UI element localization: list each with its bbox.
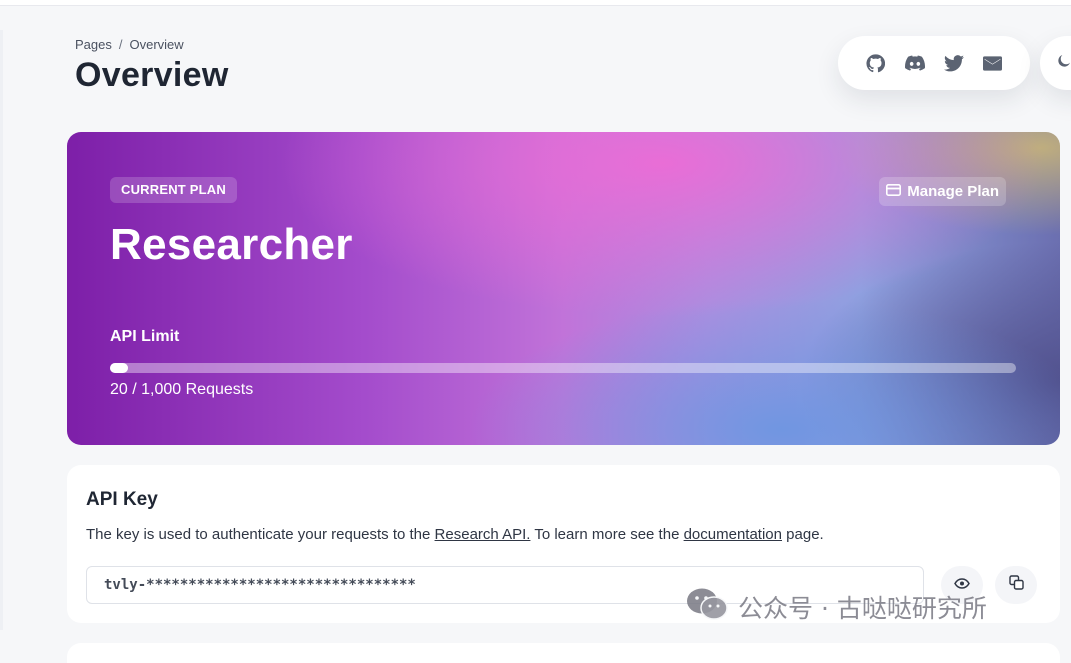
breadcrumb-current: Overview <box>129 37 184 52</box>
api-key-description: The key is used to authenticate your req… <box>86 526 824 543</box>
page-title: Overview <box>75 56 229 94</box>
copy-key-button[interactable] <box>995 566 1037 604</box>
mail-icon[interactable] <box>982 52 1004 74</box>
breadcrumb-separator: / <box>118 37 123 52</box>
api-key-title: API Key <box>86 489 158 510</box>
moon-icon <box>1056 53 1071 74</box>
plan-name: Researcher <box>110 220 353 269</box>
copy-icon <box>1008 575 1024 595</box>
manage-plan-button[interactable]: Manage Plan <box>879 177 1006 206</box>
documentation-link[interactable]: documentation <box>684 526 782 543</box>
watermark-text: 公众号 · 古哒哒研究所 <box>738 594 987 623</box>
api-key-desc-middle: To learn more see the <box>530 526 684 543</box>
discord-icon[interactable] <box>904 52 926 74</box>
breadcrumb: Pages / Overview <box>75 37 184 52</box>
current-plan-card: CURRENT PLAN Manage Plan Researcher API … <box>67 132 1060 445</box>
github-icon[interactable] <box>865 52 887 74</box>
api-usage-progress <box>110 363 1016 373</box>
theme-toggle[interactable] <box>1040 36 1071 90</box>
main-content: Pages / Overview Overview CURRENT PLAN Man… <box>0 0 1071 663</box>
next-card <box>67 643 1060 663</box>
watermark: 公众号 · 古哒哒研究所 <box>686 587 987 627</box>
social-links <box>838 36 1030 90</box>
api-limit-label: API Limit <box>110 328 180 345</box>
breadcrumb-root[interactable]: Pages <box>75 37 112 52</box>
api-usage-progress-fill <box>110 363 129 373</box>
api-usage-text: 20 / 1,000 Requests <box>110 381 254 398</box>
research-api-link[interactable]: Research API. <box>435 526 531 543</box>
api-key-desc-after: page. <box>782 526 824 543</box>
manage-plan-label: Manage Plan <box>907 183 999 200</box>
twitter-icon[interactable] <box>943 52 965 74</box>
credit-card-icon <box>886 183 902 200</box>
wechat-icon <box>686 587 728 627</box>
current-plan-badge: CURRENT PLAN <box>110 177 237 203</box>
api-key-desc-before: The key is used to authenticate your req… <box>86 526 435 543</box>
